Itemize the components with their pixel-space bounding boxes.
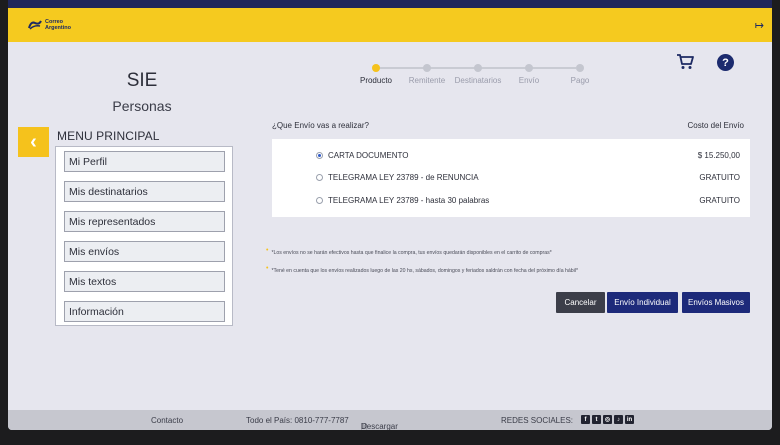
asterisk-icon: •	[266, 247, 269, 254]
option-label: CARTA DOCUMENTO	[328, 151, 409, 160]
top-strip	[8, 0, 772, 8]
app-title: SIE	[126, 70, 158, 91]
twitter-icon[interactable]: t	[592, 415, 601, 424]
menu-item-mis-destinatarios[interactable]: Mis destinatarios	[64, 181, 225, 202]
note-horario: • *Tené en cuenta que los envíos realizad…	[266, 265, 578, 274]
correo-logo-icon	[28, 20, 42, 30]
menu-item-mis-envios[interactable]: Mis envíos	[64, 241, 225, 262]
instagram-icon[interactable]: ◎	[603, 415, 612, 424]
header-bar: Correo Argentino ↦	[8, 8, 772, 42]
asterisk-icon: •	[266, 265, 269, 272]
footer-contacto-link[interactable]: Contacto	[151, 416, 183, 425]
footer: Contacto Todo el País: 0810-777-7787 🗎 De…	[8, 410, 772, 430]
note-text: *Los envíos no se harán efectivos hasta …	[271, 250, 552, 256]
cart-icon[interactable]	[676, 53, 694, 75]
footer-phone: Todo el País: 0810-777-7787	[246, 416, 349, 425]
logo[interactable]: Correo Argentino	[28, 19, 75, 31]
question-label: ¿Que Envío vas a realizar?	[272, 121, 369, 130]
menu-item-mis-representados[interactable]: Mis representados	[64, 211, 225, 232]
cancel-button[interactable]: Cancelar	[556, 292, 605, 313]
radio-selected[interactable]	[316, 152, 323, 159]
step-dot-pago	[576, 64, 584, 72]
linkedin-icon[interactable]: in	[625, 415, 634, 424]
menu-item-informacion[interactable]: Información	[64, 301, 225, 322]
menu-item-mis-textos[interactable]: Mis textos	[64, 271, 225, 292]
facebook-icon[interactable]: f	[581, 415, 590, 424]
step-dot-remitente	[423, 64, 431, 72]
manual-label: Descargar Manual de Usuarios	[361, 422, 398, 430]
chevron-left-icon: ‹	[30, 131, 37, 153]
option-price: $ 15.250,00	[697, 151, 740, 160]
logo-text: Correo Argentino	[45, 19, 71, 31]
step-dot-destinatarios	[474, 64, 482, 72]
option-price: GRATUITO	[699, 196, 740, 205]
shipping-options: CARTA DOCUMENTO $ 15.250,00 TELEGRAMA LE…	[272, 139, 750, 217]
note-text: *Tené en cuenta que los envíos realizado…	[271, 268, 578, 274]
option-price: GRATUITO	[699, 173, 740, 182]
tiktok-icon[interactable]: ♪	[614, 415, 623, 424]
step-label-pago: Pago	[570, 76, 590, 85]
menu-item-mi-perfil[interactable]: Mi Perfil	[64, 151, 225, 172]
envio-individual-button[interactable]: Envío Individual	[607, 292, 678, 313]
option-carta-documento[interactable]: CARTA DOCUMENTO	[316, 151, 408, 160]
option-telegrama-30-palabras[interactable]: TELEGRAMA LEY 23789 - hasta 30 palabras	[316, 196, 489, 205]
progress-stepper: Producto Remitente Destinatarios Envío P…	[350, 60, 590, 90]
help-icon[interactable]: ?	[717, 54, 734, 71]
radio-unselected[interactable]	[316, 174, 323, 181]
menu-title: MENU PRINCIPAL	[57, 129, 160, 143]
step-dot-envio	[525, 64, 533, 72]
app-subtitle: Personas	[112, 98, 172, 114]
note-carrito: • *Los envíos no se harán efectivos hasta…	[266, 247, 552, 256]
footer-social-label: REDES SOCIALES:	[501, 416, 574, 425]
logout-icon[interactable]: ↦	[755, 19, 764, 32]
step-dot-producto	[372, 64, 380, 72]
cost-header: Costo del Envío	[687, 121, 744, 130]
social-icons: f t ◎ ♪ in	[581, 415, 634, 424]
main-menu: Mi Perfil Mis destinatarios Mis represen…	[55, 146, 233, 326]
app-window: Correo Argentino ↦ SIE Personas ‹ MENU P…	[8, 0, 772, 430]
radio-unselected[interactable]	[316, 197, 323, 204]
option-telegrama-renuncia[interactable]: TELEGRAMA LEY 23789 - de RENUNCIA	[316, 173, 479, 182]
envios-masivos-button[interactable]: Envíos Masivos	[682, 292, 750, 313]
back-button[interactable]: ‹	[18, 127, 49, 157]
option-label: TELEGRAMA LEY 23789 - de RENUNCIA	[328, 173, 479, 182]
option-label: TELEGRAMA LEY 23789 - hasta 30 palabras	[328, 196, 490, 205]
